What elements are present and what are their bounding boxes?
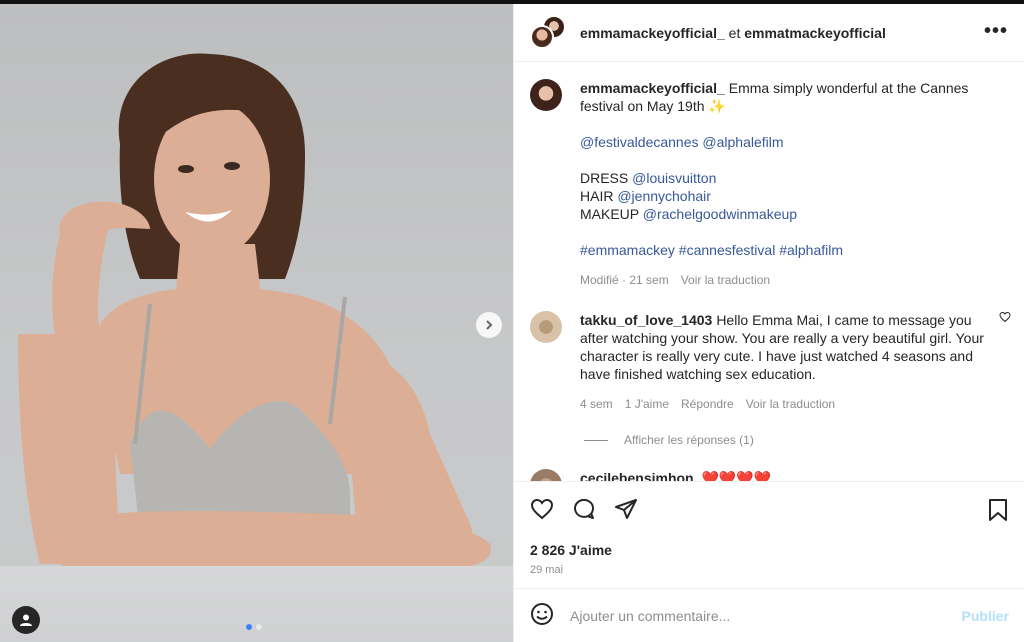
post-detail-panel: emmamackeyofficial_ et emmatmackeyoffici… [513,4,1024,642]
caption-credits: DRESS @louisvuitton HAIR @jennychohair M… [580,169,1009,223]
comment-likes[interactable]: 1 J'aime [625,395,669,413]
carousel-indicator [246,624,262,630]
caption-mentions: @festivaldecannes @alphalefilm [580,133,1009,151]
heart-icon[interactable] [999,311,1011,326]
publish-button[interactable]: Publier [962,608,1009,624]
credit-label: DRESS [580,170,629,186]
heart-icon[interactable] [530,497,554,524]
collab-avatars[interactable] [530,14,566,51]
post-actions: 2 826 J'aime 29 mai [514,481,1024,576]
avatar[interactable] [530,469,562,481]
comment-age: 4 sem [580,397,613,411]
author-joiner: et [728,24,741,41]
comment-username[interactable]: cecilebensimhon [580,470,694,481]
avatar[interactable] [530,79,562,111]
mention-link[interactable]: @rachelgoodwinmakeup [643,206,797,222]
edited-label: Modifié · 21 sem [580,273,669,287]
credit-label: HAIR [580,188,614,204]
translate-link[interactable]: Voir la traduction [681,271,770,289]
mention-link[interactable]: @alphalefilm [702,134,783,150]
comment-bar: Publier [514,588,1024,642]
share-icon[interactable] [614,497,638,524]
more-icon[interactable]: ••• [984,21,1008,41]
avatar[interactable] [530,24,554,49]
carousel-dot-active [246,624,252,630]
comment-username[interactable]: takku_of_love_1403 [580,312,712,328]
carousel-dot [256,624,262,630]
post-authors: emmamackeyofficial_ et emmatmackeyoffici… [580,25,886,41]
portrait-illustration [18,53,491,574]
comment-icon[interactable] [572,497,596,524]
user-tag-icon[interactable] [12,606,40,634]
caption-meta: Modifié · 21 sem Voir la traduction [580,271,1009,289]
mention-link[interactable]: @jennychohair [617,188,711,204]
avatar[interactable] [530,311,562,343]
mention-link[interactable]: @festivaldecannes [580,134,699,150]
comment-input[interactable] [570,607,962,624]
caption-username[interactable]: emmamackeyofficial_ [580,80,725,96]
comment: takku_of_love_1403 Hello Emma Mai, I came… [514,289,1024,413]
caption-hashtags[interactable]: #emmamackey #cannesfestival #alphafilm [580,241,1009,259]
reply-link[interactable]: Répondre [681,395,734,413]
next-arrow-icon[interactable] [476,312,502,338]
comments-scroll[interactable]: emmamackeyofficial_ Emma simply wonderful… [514,63,1024,481]
mention-link[interactable]: @louisvuitton [632,170,716,186]
view-replies-label[interactable]: Afficher les réponses (1) [624,433,754,447]
like-count[interactable]: 2 826 J'aime [530,542,1009,558]
table-surface [0,566,513,642]
post-photo[interactable] [0,4,513,642]
translate-link[interactable]: Voir la traduction [746,395,835,413]
bookmark-icon[interactable] [987,498,1009,525]
author-username[interactable]: emmatmackeyofficial [744,25,886,41]
comment-text: ❤️❤️❤️❤️ [701,470,772,481]
comment-meta: 4 sem 1 J'aime Répondre Voir la traducti… [580,395,985,413]
comment: cecilebensimhon ❤️❤️❤️❤️ [514,447,1024,481]
post-header: emmamackeyofficial_ et emmatmackeyoffici… [514,4,1024,62]
caption: emmamackeyofficial_ Emma simply wonderful… [514,63,1024,289]
post-date: 29 mai [530,564,564,576]
emoji-icon[interactable] [530,602,554,629]
view-replies[interactable]: Afficher les réponses (1) [514,413,1024,447]
replies-divider [584,439,608,441]
credit-label: MAKEUP [580,206,639,222]
author-username[interactable]: emmamackeyofficial_ [580,25,725,41]
